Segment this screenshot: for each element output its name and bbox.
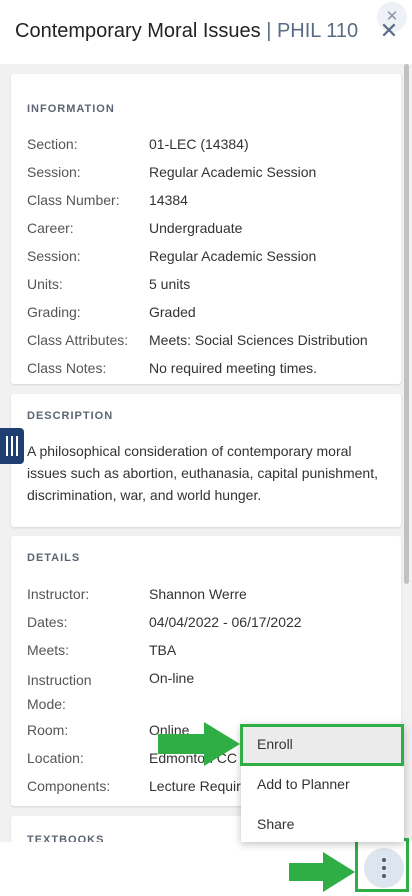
detail-label: Components: bbox=[27, 778, 111, 794]
detail-value: 04/04/2022 - 06/17/2022 bbox=[149, 614, 302, 630]
course-code: PHIL 110 bbox=[276, 20, 359, 42]
info-label: Grading: bbox=[27, 304, 81, 320]
course-name: Contemporary Moral Issues bbox=[15, 20, 261, 42]
highlight-box-more bbox=[355, 838, 409, 892]
info-value: Regular Academic Session bbox=[149, 164, 317, 180]
information-title: INFORMATION bbox=[27, 103, 115, 115]
arrow-right-icon bbox=[158, 722, 240, 766]
info-value: 5 units bbox=[149, 276, 191, 292]
info-label: Class Number: bbox=[27, 192, 120, 208]
info-value: Graded bbox=[149, 304, 196, 320]
description-text: A philosophical consideration of contemp… bbox=[27, 443, 378, 503]
sidebar-handle-icon[interactable] bbox=[0, 428, 24, 464]
info-label: Units: bbox=[27, 276, 63, 292]
info-label: Session: bbox=[27, 248, 81, 264]
info-value: No required meeting times. bbox=[149, 360, 318, 376]
info-value: Meets: Social Sciences Distribution bbox=[149, 332, 368, 348]
highlight-box-enroll bbox=[240, 724, 404, 766]
textbooks-title: TEXTBOOKS bbox=[27, 834, 105, 842]
header: Contemporary Moral Issues | PHIL 110 ✕ ✕ bbox=[0, 0, 412, 64]
detail-value: TBA bbox=[149, 642, 177, 658]
page-title: Contemporary Moral Issues | PHIL 110 bbox=[15, 20, 358, 43]
scrollbar[interactable] bbox=[404, 64, 409, 584]
detail-label: Meets: bbox=[27, 642, 70, 658]
menu-item-share[interactable]: Share bbox=[241, 804, 404, 844]
close-button[interactable]: ✕ bbox=[374, 16, 404, 46]
info-label: Session: bbox=[27, 164, 81, 180]
detail-label: Instruction Mode: bbox=[27, 672, 92, 712]
info-value: 01-LEC (14384) bbox=[149, 136, 249, 152]
detail-label: Room: bbox=[27, 722, 69, 738]
detail-label: Dates: bbox=[27, 614, 68, 630]
detail-value: Shannon Werre bbox=[149, 586, 247, 602]
detail-label: Location: bbox=[27, 750, 84, 766]
menu-item-add-to-planner[interactable]: Add to Planner bbox=[241, 764, 404, 804]
description-title: DESCRIPTION bbox=[27, 410, 114, 422]
close-icon: ✕ bbox=[379, 18, 399, 43]
detail-value: On-line bbox=[149, 670, 195, 686]
info-label: Class Notes: bbox=[27, 360, 107, 376]
info-value: Regular Academic Session bbox=[149, 248, 317, 264]
info-value: Undergraduate bbox=[149, 220, 243, 236]
info-label: Class Attributes: bbox=[27, 332, 129, 348]
information-card: INFORMATION Section: 01-LEC (14384) Sessi… bbox=[11, 74, 401, 384]
info-label: Career: bbox=[27, 220, 74, 236]
details-title: DETAILS bbox=[27, 552, 81, 564]
description-card: DESCRIPTION A philosophical consideratio… bbox=[11, 394, 401, 527]
arrow-right-icon bbox=[289, 852, 355, 892]
title-separator: | bbox=[260, 20, 277, 42]
detail-label: Instructor: bbox=[27, 586, 90, 602]
info-value: 14384 bbox=[149, 192, 188, 208]
info-label: Section: bbox=[27, 136, 78, 152]
